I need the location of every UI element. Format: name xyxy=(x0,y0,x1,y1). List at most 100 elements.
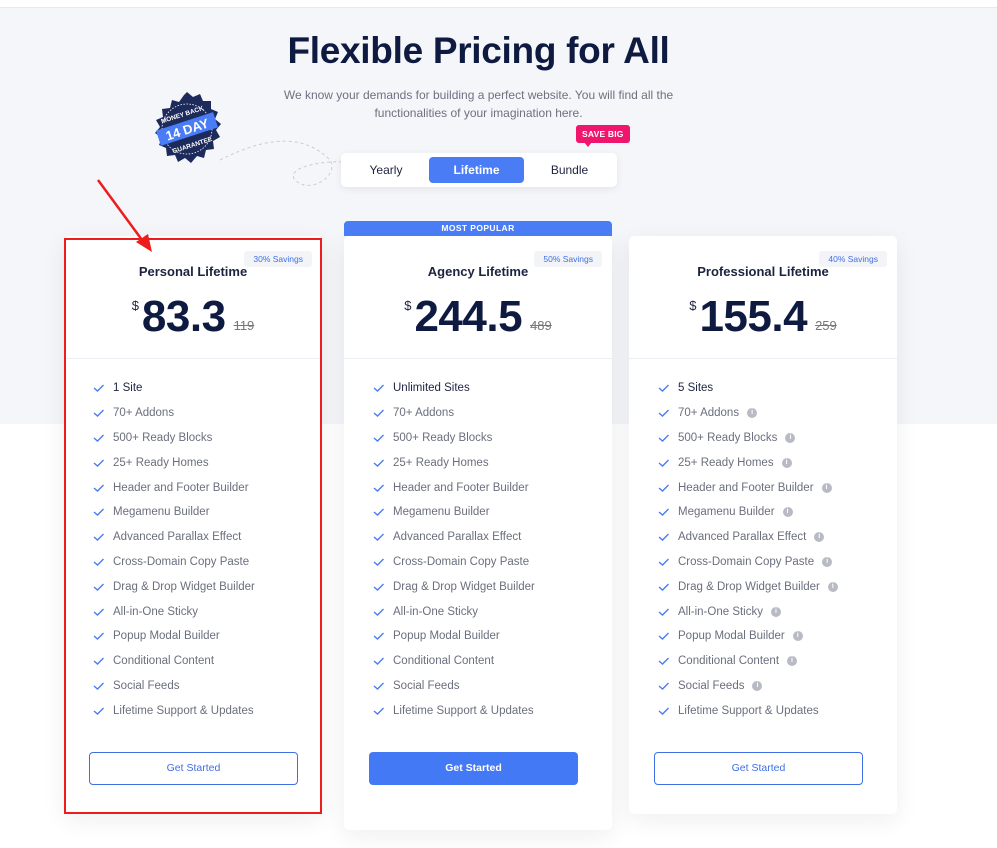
feature-label: Cross-Domain Copy Paste xyxy=(393,555,530,568)
check-icon xyxy=(658,608,669,616)
feature-label: All-in-One Sticky xyxy=(678,605,763,618)
feature-item: All-in-One Sticky i xyxy=(657,599,838,624)
feature-label: Cross-Domain Copy Paste xyxy=(678,555,815,568)
feature-label: Header and Footer Builder xyxy=(678,481,814,494)
feature-list: Unlimited Sites 70+ Addons 500+ Ready Bloc… xyxy=(372,376,535,723)
get-started-button[interactable]: Get Started xyxy=(654,752,863,785)
money-back-guarantee-badge-icon: 14 DAY MONEY BACK GUARANTEE xyxy=(155,92,221,163)
check-icon xyxy=(658,632,669,641)
plan-name: Agency Lifetime xyxy=(427,264,529,279)
toggle-lifetime[interactable]: Lifetime xyxy=(429,157,524,183)
check-icon xyxy=(373,409,384,418)
check-icon xyxy=(373,508,384,517)
feature-label: Drag & Drop Widget Builder xyxy=(678,580,820,593)
feature-label: Advanced Parallax Effect xyxy=(678,531,807,544)
info-icon[interactable]: i xyxy=(771,606,781,617)
feature-label: Header and Footer Builder xyxy=(393,481,529,494)
info-icon[interactable]: i xyxy=(822,556,833,567)
feature-item: Lifetime Support & Updates xyxy=(657,698,838,723)
feature-label: All-in-One Sticky xyxy=(393,605,478,618)
info-icon[interactable]: i xyxy=(752,680,763,691)
check-icon xyxy=(373,707,384,715)
check-icon xyxy=(373,583,384,591)
check-icon xyxy=(658,558,669,566)
feature-item: Lifetime Support & Updates xyxy=(372,698,535,723)
feature-label: Advanced Parallax Effect xyxy=(393,531,522,544)
divider xyxy=(629,358,897,359)
top-edge xyxy=(0,0,997,8)
check-icon xyxy=(658,434,669,442)
info-icon[interactable]: i xyxy=(747,408,758,419)
check-icon xyxy=(658,484,669,492)
feature-item: Social Feeds i xyxy=(657,674,838,699)
save-big-badge: SAVE BIG xyxy=(576,125,630,147)
feature-label: Lifetime Support & Updates xyxy=(393,704,534,717)
get-started-button[interactable]: Get Started xyxy=(369,752,578,785)
check-icon xyxy=(658,459,669,467)
feature-item: Social Feeds xyxy=(372,674,535,699)
feature-item: Drag & Drop Widget Builder xyxy=(372,574,535,599)
feature-item: 25+ Ready Homes xyxy=(372,450,535,475)
original-price: 489 xyxy=(530,318,552,333)
feature-item: Advanced Parallax Effect i xyxy=(657,525,838,550)
feature-item: Unlimited Sites xyxy=(372,376,535,401)
check-icon xyxy=(373,384,384,393)
feature-label: 500+ Ready Blocks xyxy=(393,431,493,444)
original-price: 259 xyxy=(815,318,837,333)
check-icon xyxy=(658,707,669,715)
feature-label: 25+ Ready Homes xyxy=(393,456,489,469)
feature-item: Popup Modal Builder xyxy=(372,624,535,649)
check-icon xyxy=(658,682,669,690)
feature-item: Header and Footer Builder i xyxy=(657,475,838,500)
info-icon[interactable]: i xyxy=(787,656,798,667)
info-icon[interactable]: i xyxy=(792,631,803,642)
billing-period-toggle: Yearly Lifetime Bundle xyxy=(341,153,617,187)
feature-label: Popup Modal Builder xyxy=(678,630,785,643)
feature-label: Unlimited Sites xyxy=(393,382,470,395)
toggle-yearly[interactable]: Yearly xyxy=(345,157,427,183)
feature-item: Megamenu Builder i xyxy=(657,500,838,525)
feature-label: Conditional Content xyxy=(393,655,495,668)
info-icon[interactable]: i xyxy=(827,581,838,592)
feature-item: 5 Sites xyxy=(657,376,838,401)
check-icon xyxy=(658,657,669,666)
feature-list: 5 Sites 70+ Addons i 500+ Ready Blocks i 25+ … xyxy=(657,376,838,723)
check-icon xyxy=(373,459,384,467)
divider xyxy=(344,358,612,359)
check-icon xyxy=(373,657,384,666)
feature-item: 70+ Addons xyxy=(372,401,535,426)
check-icon xyxy=(373,434,384,442)
feature-label: 70+ Addons xyxy=(678,407,740,420)
page-title: Flexible Pricing for All xyxy=(287,30,670,71)
price-amount: 155.4 xyxy=(699,292,808,341)
feature-label: Social Feeds xyxy=(678,679,745,692)
feature-label: Conditional Content xyxy=(678,655,780,668)
check-icon xyxy=(658,409,669,418)
feature-label: 70+ Addons xyxy=(393,407,455,420)
plan-card-agency: MOST POPULAR 50% Savings Agency Lifetime $… xyxy=(344,221,612,830)
feature-label: 5 Sites xyxy=(678,382,714,395)
info-icon[interactable]: i xyxy=(821,482,832,493)
feature-label: 25+ Ready Homes xyxy=(678,456,774,469)
feature-label: Drag & Drop Widget Builder xyxy=(393,580,535,593)
feature-item: Cross-Domain Copy Paste xyxy=(372,550,535,575)
currency-symbol: $ xyxy=(404,298,412,313)
info-icon[interactable]: i xyxy=(782,507,793,518)
toggle-bundle[interactable]: Bundle xyxy=(526,157,613,183)
info-icon[interactable]: i xyxy=(814,532,825,543)
check-icon xyxy=(373,682,384,690)
info-icon[interactable]: i xyxy=(781,457,792,468)
info-icon[interactable]: i xyxy=(785,432,796,443)
feature-item: Cross-Domain Copy Paste i xyxy=(657,550,838,575)
check-icon xyxy=(373,558,384,566)
feature-label: 500+ Ready Blocks xyxy=(678,431,778,444)
feature-label: Lifetime Support & Updates xyxy=(678,704,819,717)
check-icon xyxy=(658,533,669,542)
feature-item: Megamenu Builder xyxy=(372,500,535,525)
red-highlight-box xyxy=(64,238,322,814)
feature-item: 500+ Ready Blocks i xyxy=(657,426,838,451)
feature-item: Header and Footer Builder xyxy=(372,475,535,500)
feature-label: Megamenu Builder xyxy=(393,506,490,519)
check-icon xyxy=(658,583,669,591)
plan-name: Professional Lifetime xyxy=(697,264,829,279)
